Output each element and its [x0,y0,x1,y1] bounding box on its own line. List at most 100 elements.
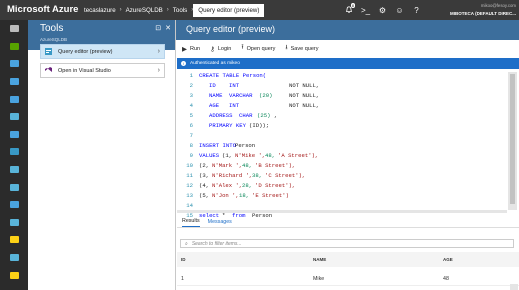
code-token: 48, [242,162,253,169]
line-number: 7 [189,132,193,139]
smiley-feedback-icon[interactable]: ☺ [391,0,408,20]
line-number: 12 [186,182,193,189]
rail-item[interactable] [0,161,28,179]
rail-item[interactable] [0,266,28,284]
tool-open-visual-studio[interactable]: Open in Visual Studio › [40,63,165,78]
code-token: (2, [199,162,210,169]
line-number: 8 [189,142,193,149]
code-token: N'Mark ', [212,162,243,169]
code-token: 48, [265,152,276,159]
download-icon: ⭳ [285,44,288,51]
rail-item[interactable] [0,73,28,91]
gear-icon[interactable]: ⚙ [374,0,391,20]
notification-badge: 8 [350,3,355,8]
line-number: 2 [189,82,193,89]
run-button[interactable]: ▶ Run [182,45,200,53]
key-icon: ⚷ [210,45,215,53]
breadcrumb-item[interactable]: Tools [169,7,191,14]
save-query-button[interactable]: ⭳ Save query [285,43,318,54]
breadcrumb-item[interactable]: AzureSQLDB [122,7,167,14]
sql-icon [9,148,19,156]
cube-icon [9,78,19,86]
query-editor-title: Query editor (preview) [186,24,276,34]
rail-item[interactable] [0,108,28,126]
breadcrumb-current[interactable]: Query editor (preview) [193,3,265,17]
help-icon[interactable]: ? [408,0,425,20]
monitor-icon [9,166,19,174]
login-button[interactable]: ⚷ Login [210,45,231,53]
rail-item[interactable] [0,126,28,144]
code-token: 'C Street'), [265,172,306,179]
line-number: 10 [186,162,193,169]
tab-results[interactable]: Results [182,218,200,227]
filter-placeholder: Search to filter items... [191,240,242,247]
rail-item[interactable] [0,249,28,267]
code-token: , [274,112,278,119]
user-org: MIBOTECA (DEFAULT DIREC... [450,11,516,16]
code-token: PRIMARY KEY [209,122,246,129]
code-token: N'Jon ', [212,192,239,199]
table-row[interactable]: 1 Mike 48 [177,271,519,286]
line-number: 3 [189,92,193,99]
pin-icon[interactable]: ⊡ [155,24,161,32]
left-nav-rail [0,20,28,290]
query-editor-header: Query editor (preview) [176,20,519,40]
notifications-icon[interactable]: 8 [340,0,357,20]
brand-logo[interactable]: Microsoft Azure [7,4,78,15]
breadcrumb: tecaslazure › AzureSQLDB › Tools › Query… [80,0,265,20]
rail-item[interactable] [0,90,28,108]
chevron-right-icon: › [157,67,160,74]
rail-item[interactable] [0,178,28,196]
results-scrollbar[interactable] [510,284,518,290]
database-icon [9,130,19,138]
info-icon: i [181,61,186,66]
column-header-name[interactable]: NAME [313,257,326,262]
line-number: 9 [189,152,193,159]
code-token: VALUES [199,152,220,159]
editor-vertical-scrollbar[interactable] [508,72,517,210]
editor-horizontal-scrollbar[interactable] [177,210,507,213]
code-token: 38, [252,172,263,179]
results-tabs: Results Messages [177,216,519,228]
tool-query-editor[interactable]: Query editor (preview) › [40,44,165,59]
code-token: NOT NULL, [289,92,320,99]
results-filter-input[interactable]: ⌕ Search to filter items... [180,239,514,248]
cell-id: 1 [181,276,184,282]
rail-item[interactable] [0,38,28,56]
breadcrumb-item[interactable]: tecaslazure [80,7,120,14]
tools-subtitle: AzureSQLDB [40,37,68,42]
code-editor[interactable]: 1 CREATE TABLE Person( 2 ID INT NOT NULL, 3 N… [177,72,519,232]
rail-item[interactable] [0,143,28,161]
chevron-right-icon: › [157,48,160,55]
code-token: Person [235,142,256,149]
code-token: (20) [259,92,273,99]
code-token: 'E Street') [252,192,289,199]
rail-item[interactable] [0,55,28,73]
code-token: NAME [209,92,223,99]
cell-name: Mike [313,276,325,282]
line-number: 5 [189,112,193,119]
tools-title: Tools [40,23,64,34]
code-token: AGE [209,102,220,109]
scrollbar-thumb[interactable] [510,74,515,204]
code-token: 28, [242,182,253,189]
column-header-id[interactable]: ID [181,257,186,262]
tab-messages[interactable]: Messages [208,219,232,227]
code-token: (ID)); [249,122,270,129]
open-query-button[interactable]: ⭱ Open query [241,43,275,54]
column-header-age[interactable]: AGE [443,257,453,262]
advisor-icon [9,254,19,262]
save-query-label: Save query [290,45,319,52]
rail-item[interactable] [0,214,28,232]
user-account[interactable]: mikoo@fesoy.com MIBOTECA (DEFAULT DIREC.… [438,3,519,16]
rail-item[interactable] [0,231,28,249]
code-token: 'B Street'), [255,162,296,169]
close-icon[interactable]: ✕ [165,24,171,32]
rail-item[interactable] [0,196,28,214]
code-token: (4, [199,182,210,189]
code-token: (5, [199,192,210,199]
cell-age: 48 [443,276,449,282]
top-bar: Microsoft Azure tecaslazure › AzureSQLDB… [0,0,519,20]
cloud-shell-icon[interactable]: >_ [357,0,374,20]
rail-item[interactable] [0,20,28,38]
